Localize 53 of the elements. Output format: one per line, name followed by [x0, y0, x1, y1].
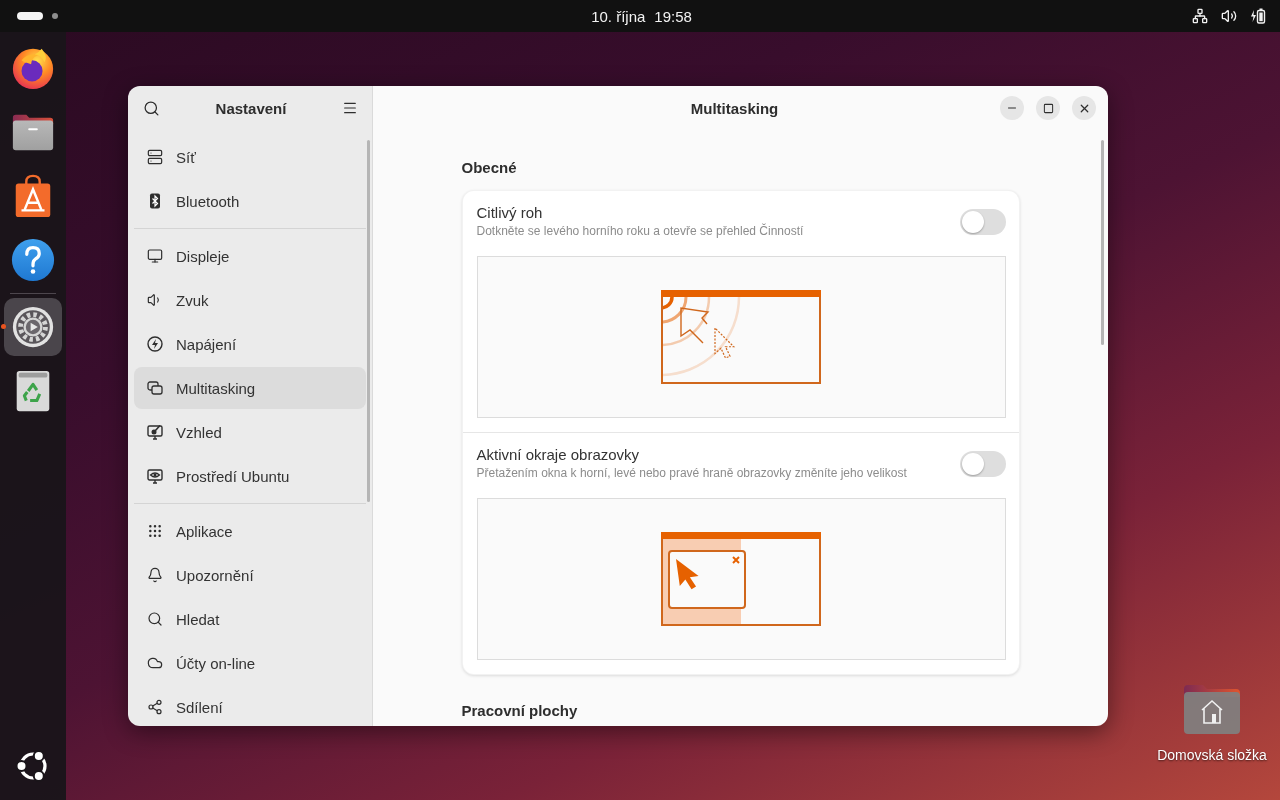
toggle-switch[interactable] [959, 208, 1006, 235]
dots-grid-icon [147, 523, 163, 539]
page-title: Multitasking [690, 99, 779, 117]
cloud-icon [147, 655, 163, 671]
maximize-button[interactable] [1036, 96, 1060, 120]
monitor-eye-icon [147, 468, 163, 484]
setting-title: Citlivý roh [476, 204, 544, 222]
maximize-icon [1042, 102, 1054, 114]
sidebar-item[interactable]: Účty on-line [134, 642, 366, 684]
toggle-switch[interactable] [959, 450, 1006, 477]
home-folder-icon[interactable] [1183, 683, 1241, 735]
workspace-indicator[interactable] [17, 12, 43, 20]
minimize-button[interactable] [1000, 96, 1024, 120]
sidebar-item[interactable]: Prostředí Ubuntu [134, 455, 366, 497]
close-button[interactable] [1072, 96, 1096, 120]
help-icon[interactable] [10, 237, 56, 283]
setting-title: Aktivní okraje obrazovky [476, 446, 641, 464]
power-bolt-icon [147, 336, 163, 352]
gear-icon[interactable] [10, 304, 56, 350]
clock-button[interactable]: 10. října 19:58 [581, 5, 702, 27]
scrollbar[interactable] [1101, 140, 1104, 345]
section-heading: Obecné [461, 159, 518, 177]
bell-icon [147, 567, 163, 583]
monitor-brush-icon [147, 424, 163, 440]
battery-icon[interactable] [1250, 8, 1266, 24]
sidebar-item[interactable]: Napájení [134, 323, 366, 365]
sidebar-title: Nastavení [215, 99, 287, 117]
overlapping-windows-icon [147, 380, 163, 396]
sidebar-item[interactable]: Síť [134, 136, 366, 178]
sidebar-item[interactable]: Bluetooth [134, 180, 366, 222]
sidebar-item[interactable]: Sdílení [134, 686, 366, 726]
sidebar-item[interactable]: Zvuk [134, 279, 366, 321]
setting-description: Přetažením okna k horní, levé nebo pravé hraně obrazovky změníte jeho velikost [476, 466, 907, 481]
section-heading: Pracovní plochy [461, 702, 579, 720]
share-icon [147, 699, 163, 715]
setting-description: Dotkněte se levého horního roku a otevře se přehled Činností [476, 224, 804, 239]
desktop-icon-label[interactable]: Domovská složka [1157, 747, 1267, 763]
volume-icon[interactable] [1221, 8, 1237, 24]
sidebar-item[interactable]: Multitasking [134, 367, 366, 409]
sidebar-item[interactable]: Hledat [134, 598, 366, 640]
server-icon [147, 149, 163, 165]
search-icon [147, 611, 163, 627]
monitor-icon [147, 248, 163, 264]
workspace-indicator[interactable] [52, 13, 58, 19]
scrollbar[interactable] [367, 140, 370, 502]
bluetooth-icon [147, 193, 163, 209]
sidebar-item[interactable]: Vzhled [134, 411, 366, 453]
sidebar-item[interactable]: Displeje [134, 235, 366, 277]
sidebar-item[interactable]: Upozornění [134, 554, 366, 596]
menu-icon[interactable] [342, 100, 358, 116]
search-icon[interactable] [143, 99, 160, 117]
network-icon[interactable] [1192, 8, 1208, 24]
sidebar-item[interactable]: Aplikace [134, 510, 366, 552]
